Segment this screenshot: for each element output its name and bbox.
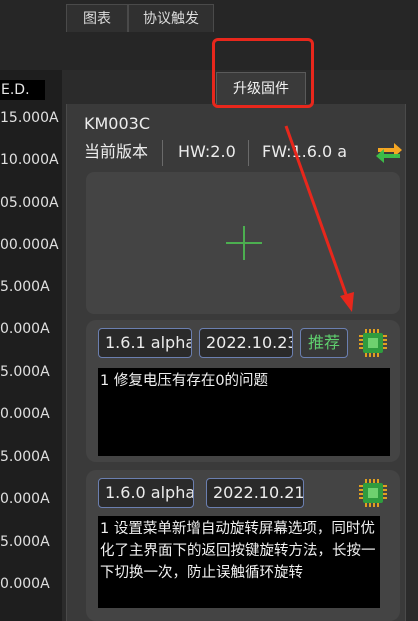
- firmware-version: 1.6.0 alpha: [98, 478, 194, 508]
- device-name: KM003C: [84, 114, 151, 133]
- firmware-date: 2022.10.21: [206, 478, 304, 508]
- release-notes: 1 修复电压有存在0的问题: [98, 368, 390, 456]
- reading-value: 0.000A: [0, 406, 50, 422]
- divider: [162, 140, 163, 166]
- annotation-highlight-box: [212, 38, 314, 108]
- current-readings-panel: E.D. 15.000A 10.000A 05.000A 00.000A 5.0…: [0, 70, 62, 621]
- reading-value: 5.000A: [0, 279, 50, 295]
- firmware-date: 2022.10.23: [199, 328, 293, 358]
- reading-value: 5.000A: [0, 364, 50, 380]
- chip-icon[interactable]: [358, 478, 388, 508]
- reading-value: 5.000A: [0, 449, 50, 465]
- reading-value: 5.000A: [0, 534, 50, 550]
- reading-value: 0.000A: [0, 321, 50, 337]
- reading-value: 15.000A: [0, 110, 59, 126]
- reading-value: 05.000A: [0, 195, 59, 211]
- firmware-version: 1.6.1 alpha: [98, 328, 192, 358]
- reading-value: 00.000A: [0, 237, 59, 253]
- scrollbar-track[interactable]: [406, 104, 418, 621]
- readings-header: E.D.: [0, 80, 45, 100]
- current-version-label: 当前版本: [84, 142, 149, 161]
- recommend-badge: 推荐: [300, 328, 348, 358]
- plus-icon[interactable]: [224, 226, 264, 260]
- fw-version: FW:1.6.0 alpha: [262, 142, 348, 161]
- hw-version: HW:2.0: [178, 142, 236, 161]
- sync-icon[interactable]: [374, 138, 404, 166]
- reading-value: 0.000A: [0, 576, 50, 592]
- tab-chart[interactable]: 图表: [66, 4, 128, 32]
- tab-protocol-trigger[interactable]: 协议触发: [128, 4, 214, 32]
- release-notes: 1 设置菜单新增自动旋转屏幕选项，同时优化了主界面下的返回按键旋转方法，长按一下…: [98, 516, 380, 608]
- reading-value: 0.000A: [0, 491, 50, 507]
- chip-icon[interactable]: [358, 328, 388, 358]
- reading-value: 10.000A: [0, 152, 59, 168]
- divider: [248, 140, 249, 166]
